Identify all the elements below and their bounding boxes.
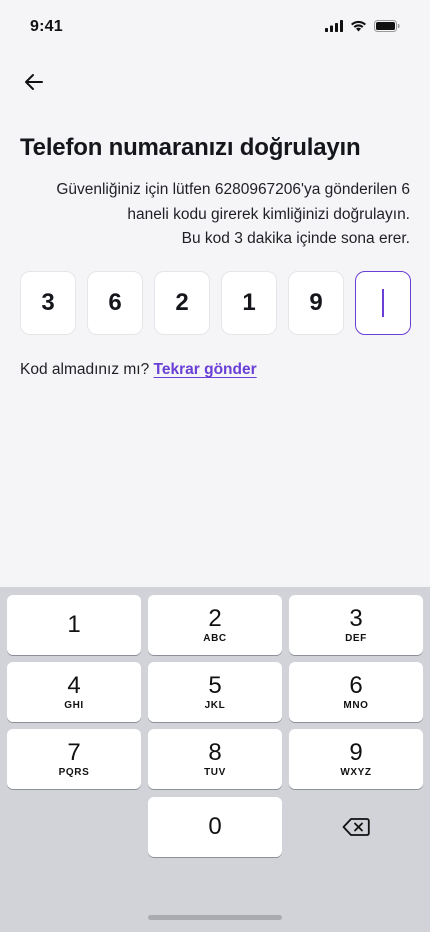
key-1[interactable]: 1 (7, 595, 141, 655)
numeric-keyboard: 1 2 ABC 3 DEF 4 GHI 5 JKL 6 MNO 7 PQRS 8… (0, 587, 430, 932)
home-indicator (148, 915, 282, 920)
key-9[interactable]: 9 WXYZ (289, 729, 423, 789)
key-4[interactable]: 4 GHI (7, 662, 141, 722)
battery-icon (374, 20, 400, 32)
otp-digit-6[interactable] (355, 271, 411, 335)
key-number: 1 (67, 611, 81, 638)
resend-prompt: Kod almadınız mı? (20, 361, 150, 378)
status-time: 9:41 (30, 18, 63, 35)
backspace-key[interactable] (289, 797, 423, 857)
otp-input-group: 3 6 2 1 9 (20, 271, 411, 335)
key-number: 2 (208, 605, 222, 632)
description-line: haneli kodu girerek kimliğinizi doğrulay… (127, 205, 410, 223)
key-5[interactable]: 5 JKL (148, 662, 282, 722)
key-number: 0 (208, 813, 222, 840)
status-bar: 9:41 (0, 0, 430, 54)
otp-digit-2[interactable]: 6 (87, 271, 143, 335)
key-number: 7 (67, 739, 81, 766)
key-2[interactable]: 2 ABC (148, 595, 282, 655)
key-0[interactable]: 0 (148, 797, 282, 857)
key-letters: TUV (204, 767, 226, 778)
key-number: 5 (208, 672, 222, 699)
otp-digit-3[interactable]: 2 (154, 271, 210, 335)
otp-digit-5[interactable]: 9 (288, 271, 344, 335)
key-letters: GHI (64, 700, 84, 711)
key-letters: DEF (345, 633, 367, 644)
key-8[interactable]: 8 TUV (148, 729, 282, 789)
key-number: 3 (349, 605, 363, 632)
key-letters: MNO (343, 700, 369, 711)
key-number: 8 (208, 739, 222, 766)
description-line: Bu kod 3 dakika içinde sona erer. (181, 230, 410, 247)
text-caret (382, 289, 384, 317)
key-number: 9 (349, 739, 363, 766)
description-text: Güvenliğiniz için lütfen 6280967206'ya g… (20, 178, 410, 252)
key-3[interactable]: 3 DEF (289, 595, 423, 655)
key-6[interactable]: 6 MNO (289, 662, 423, 722)
wifi-icon (351, 20, 366, 32)
key-7[interactable]: 7 PQRS (7, 729, 141, 789)
cellular-signal-icon (325, 20, 343, 32)
key-letters: JKL (204, 700, 226, 711)
key-number: 6 (349, 672, 363, 699)
arrow-left-icon (25, 74, 43, 90)
key-letters: PQRS (58, 767, 90, 778)
back-button[interactable] (16, 64, 52, 100)
status-icons (325, 18, 400, 34)
description-line: Güvenliğiniz için lütfen 6280967206'ya g… (56, 181, 410, 198)
key-number: 4 (67, 672, 81, 699)
resend-row: Kod almadınız mı? Tekrar gönder (20, 361, 257, 379)
key-letters: ABC (203, 633, 227, 644)
otp-digit-1[interactable]: 3 (20, 271, 76, 335)
otp-digit-4[interactable]: 1 (221, 271, 277, 335)
key-letters: WXYZ (340, 767, 372, 778)
resend-link[interactable]: Tekrar gönder (154, 361, 257, 378)
page-title: Telefon numaranızı doğrulayın (20, 134, 361, 161)
backspace-icon (342, 818, 370, 836)
